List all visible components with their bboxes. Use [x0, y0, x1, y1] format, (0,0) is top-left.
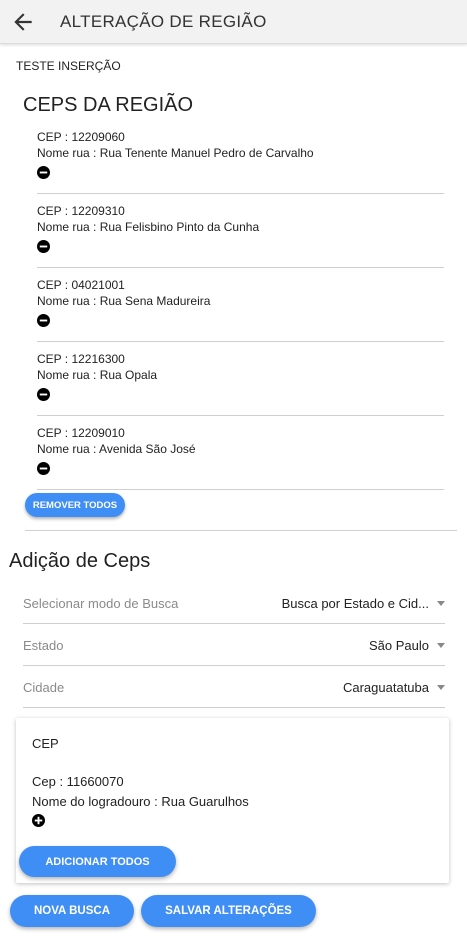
- search-mode-select[interactable]: Selecionar modo de Busca Busca por Estad…: [23, 582, 445, 624]
- dropdown-caret-icon: [437, 643, 445, 648]
- new-search-button[interactable]: NOVA BUSCA: [10, 895, 134, 927]
- city-value: Caraguatatuba: [342, 680, 429, 695]
- result-street: Nome do logradouro : Rua Guarulhos: [32, 794, 249, 809]
- street-name: Nome rua : Rua Felisbino Pinto da Cunha: [37, 220, 260, 234]
- search-mode-value: Busca por Estado e Cid...: [281, 596, 429, 611]
- save-changes-button[interactable]: SALVAR ALTERAÇÕES: [141, 895, 316, 927]
- state-label: Estado: [23, 638, 64, 653]
- search-mode-label: Selecionar modo de Busca: [23, 596, 179, 611]
- app-bar: ALTERAÇÃO DE REGIÃO: [0, 0, 467, 44]
- list-item: CEP : 12216300 Nome rua : Rua Opala: [37, 342, 444, 416]
- street-name: Nome rua : Rua Opala: [37, 368, 158, 382]
- street-name: Nome rua : Avenida São José: [37, 442, 196, 456]
- cep-value: CEP : 12209010: [37, 426, 125, 440]
- cep-value: CEP : 12216300: [37, 352, 125, 366]
- add-section-title: Adição de Ceps: [9, 550, 151, 572]
- remove-circle-icon[interactable]: [37, 462, 50, 475]
- state-select[interactable]: Estado São Paulo: [23, 624, 445, 666]
- remove-all-button[interactable]: REMOVER TODOS: [25, 493, 125, 517]
- arrow-left-icon[interactable]: [10, 9, 36, 35]
- remove-circle-icon[interactable]: [37, 166, 50, 179]
- dropdown-caret-icon: [437, 601, 445, 606]
- section-divider: [25, 530, 457, 531]
- add-circle-icon[interactable]: [32, 814, 45, 827]
- list-item: CEP : 12209060 Nome rua : Rua Tenente Ma…: [37, 120, 444, 194]
- dropdown-caret-icon: [437, 685, 445, 690]
- state-value: São Paulo: [369, 638, 429, 653]
- cep-value: CEP : 12209060: [37, 130, 125, 144]
- city-label: Cidade: [23, 680, 65, 695]
- card-title: CEP: [32, 736, 59, 751]
- cep-list: CEP : 12209060 Nome rua : Rua Tenente Ma…: [37, 120, 444, 490]
- region-name: TESTE INSERÇÃO: [16, 59, 121, 73]
- remove-circle-icon[interactable]: [37, 388, 50, 401]
- cep-value: CEP : 04021001: [37, 278, 125, 292]
- street-name: Nome rua : Rua Sena Madureira: [37, 294, 211, 308]
- page-title: ALTERAÇÃO DE REGIÃO: [60, 12, 267, 31]
- ceps-section-title: CEPS DA REGIÃO: [23, 94, 194, 116]
- search-result-card: CEP Cep : 11660070 Nome do logradouro : …: [16, 718, 449, 883]
- cep-value: CEP : 12209310: [37, 204, 125, 218]
- remove-circle-icon[interactable]: [37, 314, 50, 327]
- result-cep: Cep : 11660070: [32, 774, 124, 789]
- list-item: CEP : 04021001 Nome rua : Rua Sena Madur…: [37, 268, 444, 342]
- street-name: Nome rua : Rua Tenente Manuel Pedro de C…: [37, 146, 314, 160]
- list-item: CEP : 12209010 Nome rua : Avenida São Jo…: [37, 416, 444, 490]
- list-item: CEP : 12209310 Nome rua : Rua Felisbino …: [37, 194, 444, 268]
- remove-circle-icon[interactable]: [37, 240, 50, 253]
- add-all-button[interactable]: ADICIONAR TODOS: [19, 846, 176, 877]
- city-select[interactable]: Cidade Caraguatatuba: [23, 666, 445, 708]
